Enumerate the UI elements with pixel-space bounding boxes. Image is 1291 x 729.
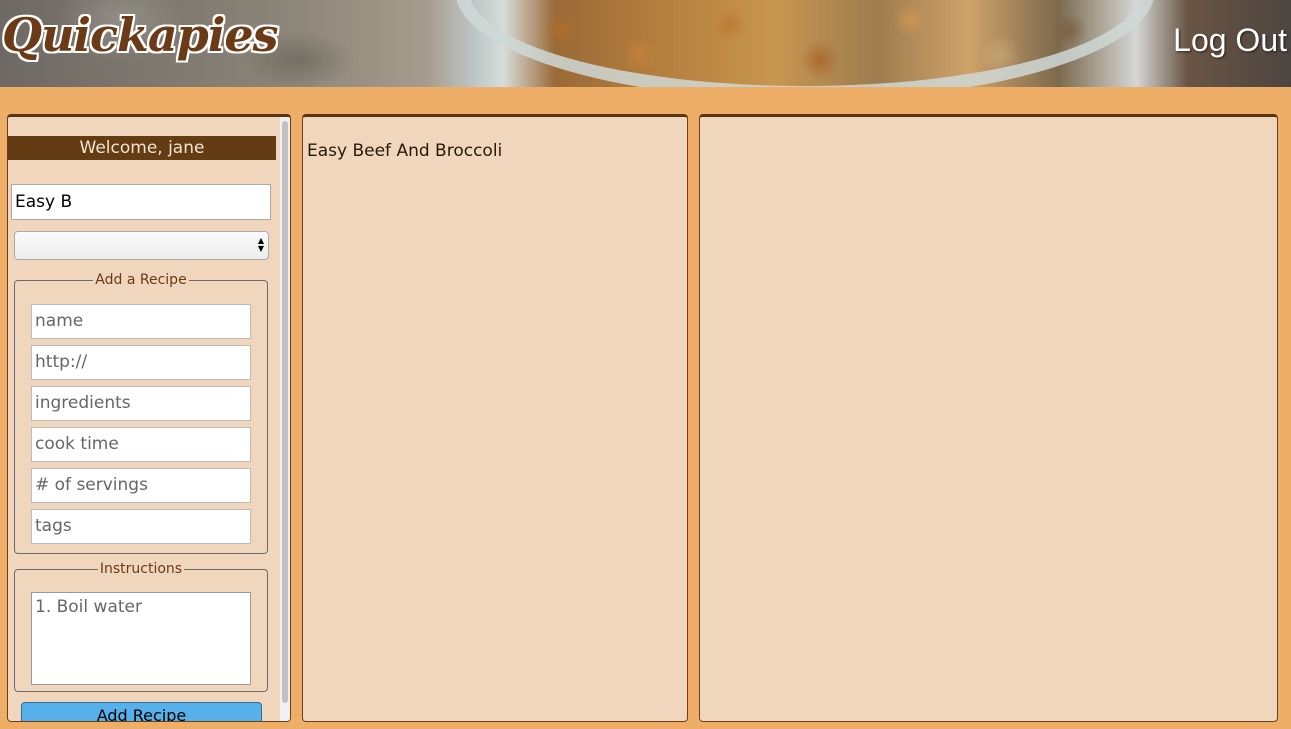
recipe-name-input[interactable]: name <box>31 304 251 339</box>
recipe-cook-time-input[interactable]: cook time <box>31 427 251 462</box>
recipe-ingredients-input[interactable]: ingredients <box>31 386 251 421</box>
recipe-tags-input[interactable]: tags <box>31 509 251 544</box>
instructions-fieldset: Instructions 1. Boil water <box>14 561 268 692</box>
recipe-list-item[interactable]: Easy Beef And Broccoli <box>307 141 502 161</box>
instructions-legend: Instructions <box>99 561 183 577</box>
add-recipe-legend: Add a Recipe <box>95 272 187 288</box>
scrollbar-thumb[interactable] <box>282 121 288 703</box>
welcome-banner: Welcome, jane <box>8 136 276 160</box>
app-logo[interactable]: Quickapies <box>2 8 278 62</box>
sidebar-panel: Welcome, jane Easy B ▲ ▼ Add a Recipe nam… <box>7 114 291 722</box>
search-input[interactable]: Easy B <box>11 184 271 220</box>
add-recipe-fieldset: Add a Recipe name http:// ingredients co… <box>14 272 268 554</box>
logout-button[interactable]: Log Out <box>1173 22 1287 59</box>
recipe-detail-panel <box>699 114 1278 722</box>
header-banner: Quickapies Log Out <box>0 0 1291 87</box>
tag-filter-select[interactable]: ▲ ▼ <box>14 231 269 260</box>
sidebar-scrollbar[interactable] <box>280 117 290 721</box>
recipe-list-panel: Easy Beef And Broccoli <box>302 114 688 722</box>
recipe-servings-input[interactable]: # of servings <box>31 468 251 503</box>
recipe-url-input[interactable]: http:// <box>31 345 251 380</box>
instructions-textarea[interactable]: 1. Boil water <box>31 592 251 685</box>
select-arrows-icon: ▲ ▼ <box>257 236 264 253</box>
add-recipe-button[interactable]: Add Recipe <box>21 702 262 721</box>
